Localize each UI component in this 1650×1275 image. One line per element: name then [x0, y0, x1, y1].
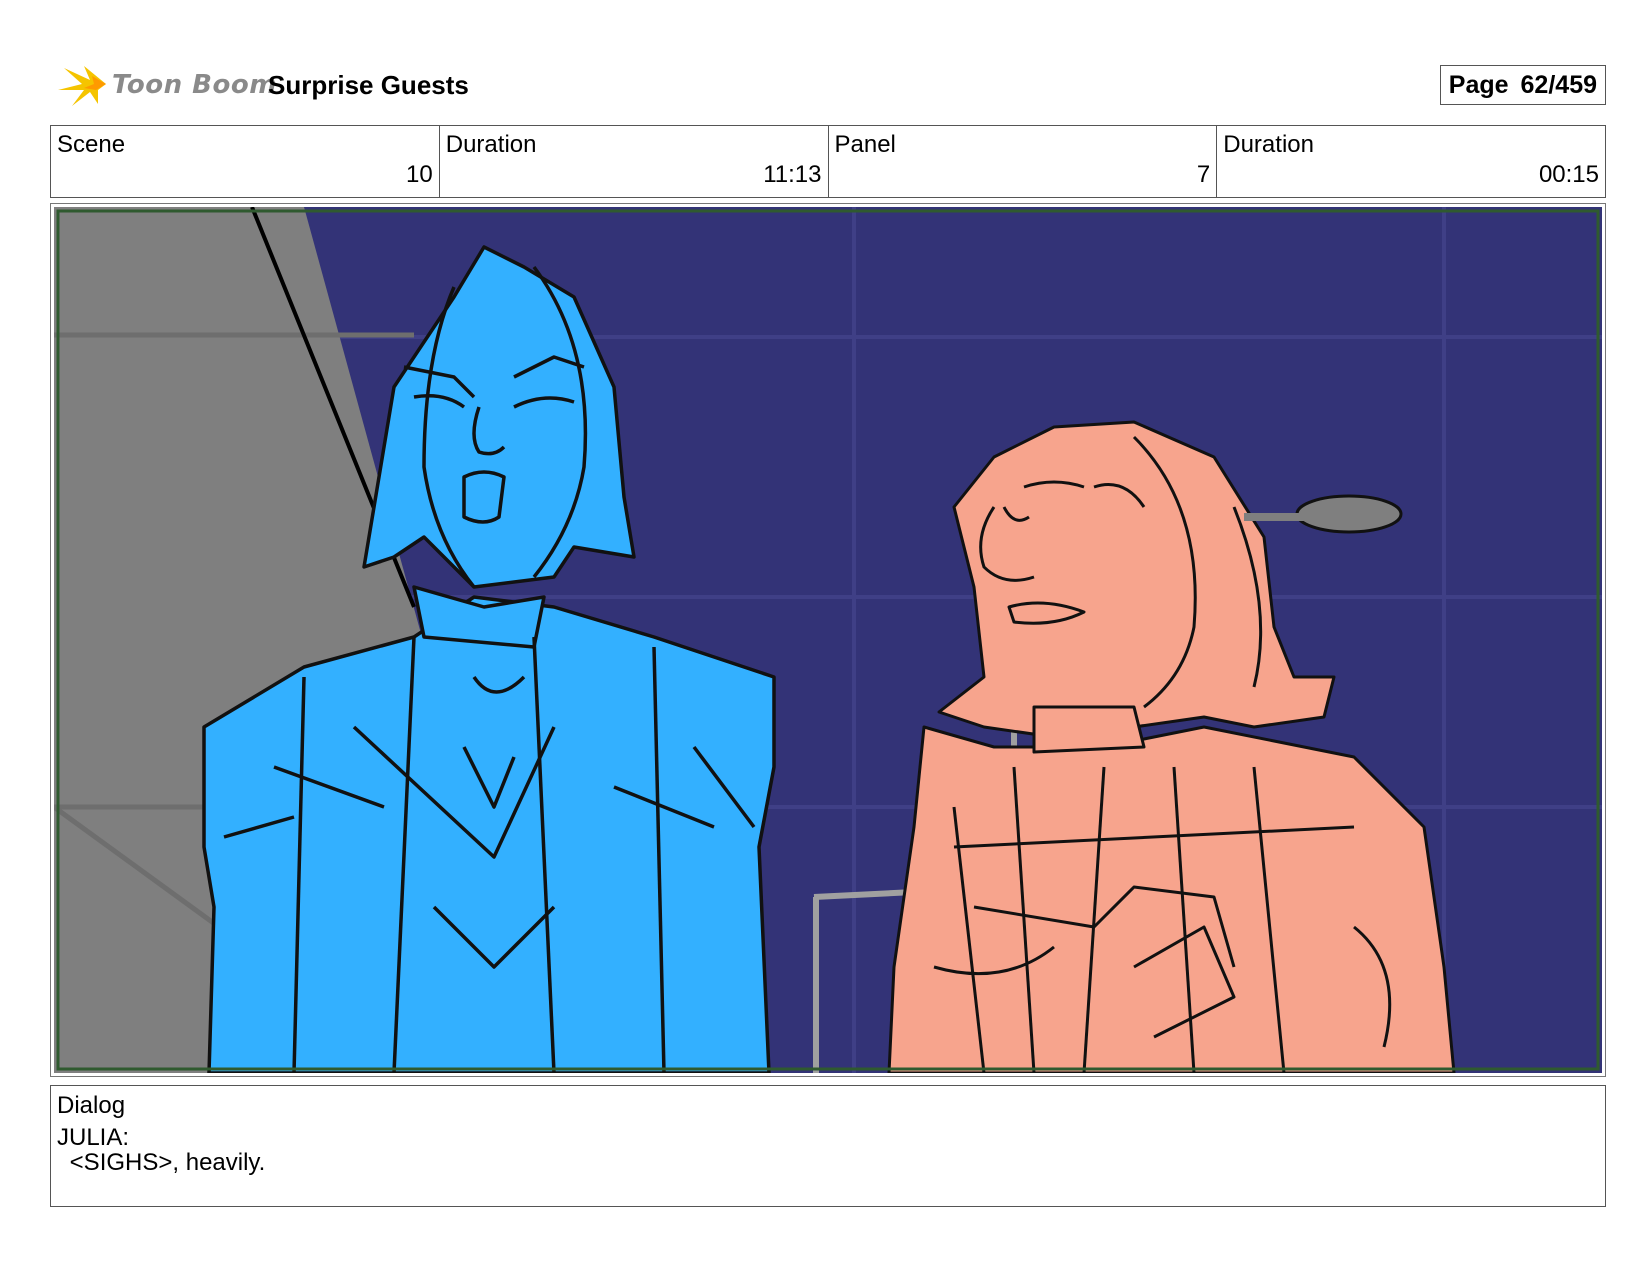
panel-duration-value: 00:15: [1538, 161, 1599, 188]
scene-duration-value: 11:13: [763, 161, 822, 188]
scene-label: Scene: [57, 131, 126, 158]
scene-duration-label: Duration: [445, 131, 537, 158]
dialog-line: <SIGHS>, heavily.: [63, 1149, 266, 1176]
panel-duration-label: Duration: [1223, 131, 1314, 158]
page-number: 62/459: [1520, 70, 1597, 99]
starburst-icon: [58, 66, 106, 106]
project-title: Surprise Guests: [268, 70, 469, 100]
toon-boom-logo: Toon Boom: [54, 60, 276, 110]
logo-text: Toon Boom: [112, 70, 277, 100]
scene-cell: Scene 10: [51, 126, 440, 197]
page-indicator: Page 62/459: [1439, 65, 1606, 105]
page-label: Page: [1448, 70, 1509, 99]
scene-duration-cell: Duration 11:13: [440, 126, 829, 197]
scene-info-row: Scene 10 Duration 11:13 Panel 7 Duration…: [50, 125, 1606, 198]
dialog-speaker: JULIA:: [57, 1124, 130, 1151]
panel-label: Panel: [834, 131, 896, 158]
panel-cell: Panel 7: [829, 126, 1218, 197]
scene-value: 10: [406, 161, 433, 188]
panel-value: 7: [1196, 161, 1211, 188]
panel-duration-cell: Duration 00:15: [1217, 126, 1605, 197]
panel-drawing: [54, 207, 1602, 1073]
storyboard-header: Toon Boom Surprise Guests Page 62/459: [50, 56, 1606, 112]
storyboard-panel: [50, 203, 1606, 1077]
dialog-box: Dialog JULIA: <SIGHS>, heavily.: [50, 1085, 1606, 1207]
hairpin-shape: [1295, 494, 1403, 534]
dialog-label: Dialog: [57, 1092, 126, 1119]
